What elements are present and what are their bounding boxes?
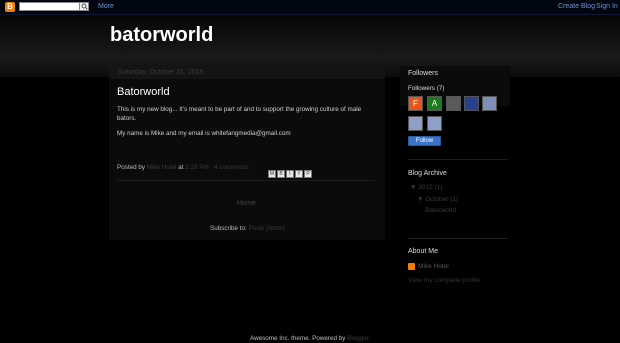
follower-avatar[interactable] (482, 96, 497, 111)
facebook-icon[interactable]: f (295, 170, 303, 178)
subscribe-line: Subscribe to: Posts (Atom) (210, 225, 285, 232)
blog-title[interactable]: batorworld (110, 24, 213, 47)
home-link[interactable]: Home (237, 200, 256, 207)
divider (408, 159, 508, 160)
blogger-profile-icon (408, 263, 415, 270)
triangle-down-icon[interactable]: ▼ (417, 196, 423, 203)
post-time-link[interactable]: 5:28 PM (185, 164, 208, 171)
post-author-link[interactable]: Mike Hotel (147, 164, 177, 171)
date-header: Saturday, October 31, 2015 (109, 66, 385, 79)
pinterest-icon[interactable]: P (304, 170, 312, 178)
blogger-link[interactable]: Blogger. (347, 335, 370, 342)
post-body: This is my new blog... It's meant to be … (117, 106, 367, 146)
archive-month-row[interactable]: ▼ October (1) (417, 196, 458, 203)
archive-year-row[interactable]: ▼ 2015 (1) (410, 184, 442, 191)
blogger-logo-icon[interactable]: B (5, 2, 15, 12)
navbar: B More Create Blog Sign In (0, 0, 620, 15)
share-buttons: MBtfP (268, 162, 313, 178)
archive-post-link[interactable]: Batorworld (425, 207, 456, 214)
archive-year-count: (1) (434, 184, 443, 191)
archive-year[interactable]: 2015 (418, 184, 432, 191)
view-profile-link[interactable]: View my complete profile (408, 277, 480, 284)
create-blog-link[interactable]: Create Blog (558, 0, 595, 14)
follower-avatar[interactable] (427, 116, 442, 131)
blog-archive-title: Blog Archive (408, 170, 447, 177)
post-footer: Posted by Mike Hotel at 5:28 PM 4 commen… (117, 164, 250, 171)
comments-link[interactable]: 4 comments: (214, 164, 250, 171)
posted-by-label: Posted by (117, 164, 146, 171)
blogthis-icon[interactable]: B (277, 170, 285, 178)
twitter-icon[interactable]: t (286, 170, 294, 178)
follower-avatar[interactable] (446, 96, 461, 111)
follow-button[interactable]: Follow (408, 136, 441, 146)
navbar-more-link[interactable]: More (98, 0, 114, 14)
followers-title: Followers (408, 70, 438, 77)
follower-avatar[interactable] (408, 116, 423, 131)
follower-avatar[interactable] (464, 96, 479, 111)
navbar-search-input[interactable] (19, 2, 87, 11)
divider (117, 180, 375, 181)
divider (408, 238, 508, 239)
followers-count: Followers (7) (408, 85, 445, 92)
about-me-title: About Me (408, 248, 438, 255)
triangle-down-icon[interactable]: ▼ (410, 184, 416, 191)
follower-avatar[interactable]: A (427, 96, 442, 111)
theme-attribution: Awesome Inc. theme. Powered by (250, 335, 346, 342)
archive-month[interactable]: October (425, 196, 448, 203)
profile-name-link[interactable]: Mike Hotel (418, 263, 449, 270)
post-paragraph: This is my new blog... It's meant to be … (117, 106, 362, 122)
search-icon (81, 3, 88, 10)
sign-in-link[interactable]: Sign In (596, 0, 618, 14)
page-footer: Awesome Inc. theme. Powered by Blogger. (250, 335, 370, 342)
posts-atom-link[interactable]: Posts (Atom) (249, 225, 285, 232)
follower-avatar[interactable]: F (408, 96, 423, 111)
email-icon[interactable]: M (268, 170, 276, 178)
archive-month-count: (1) (450, 196, 459, 203)
navbar-search-button[interactable] (79, 2, 89, 11)
at-label: at (178, 164, 184, 171)
subscribe-label: Subscribe to: (210, 225, 247, 232)
post-title[interactable]: Batorworld (117, 86, 170, 98)
post-paragraph: My name is Mike and my email is whitefan… (117, 130, 291, 137)
